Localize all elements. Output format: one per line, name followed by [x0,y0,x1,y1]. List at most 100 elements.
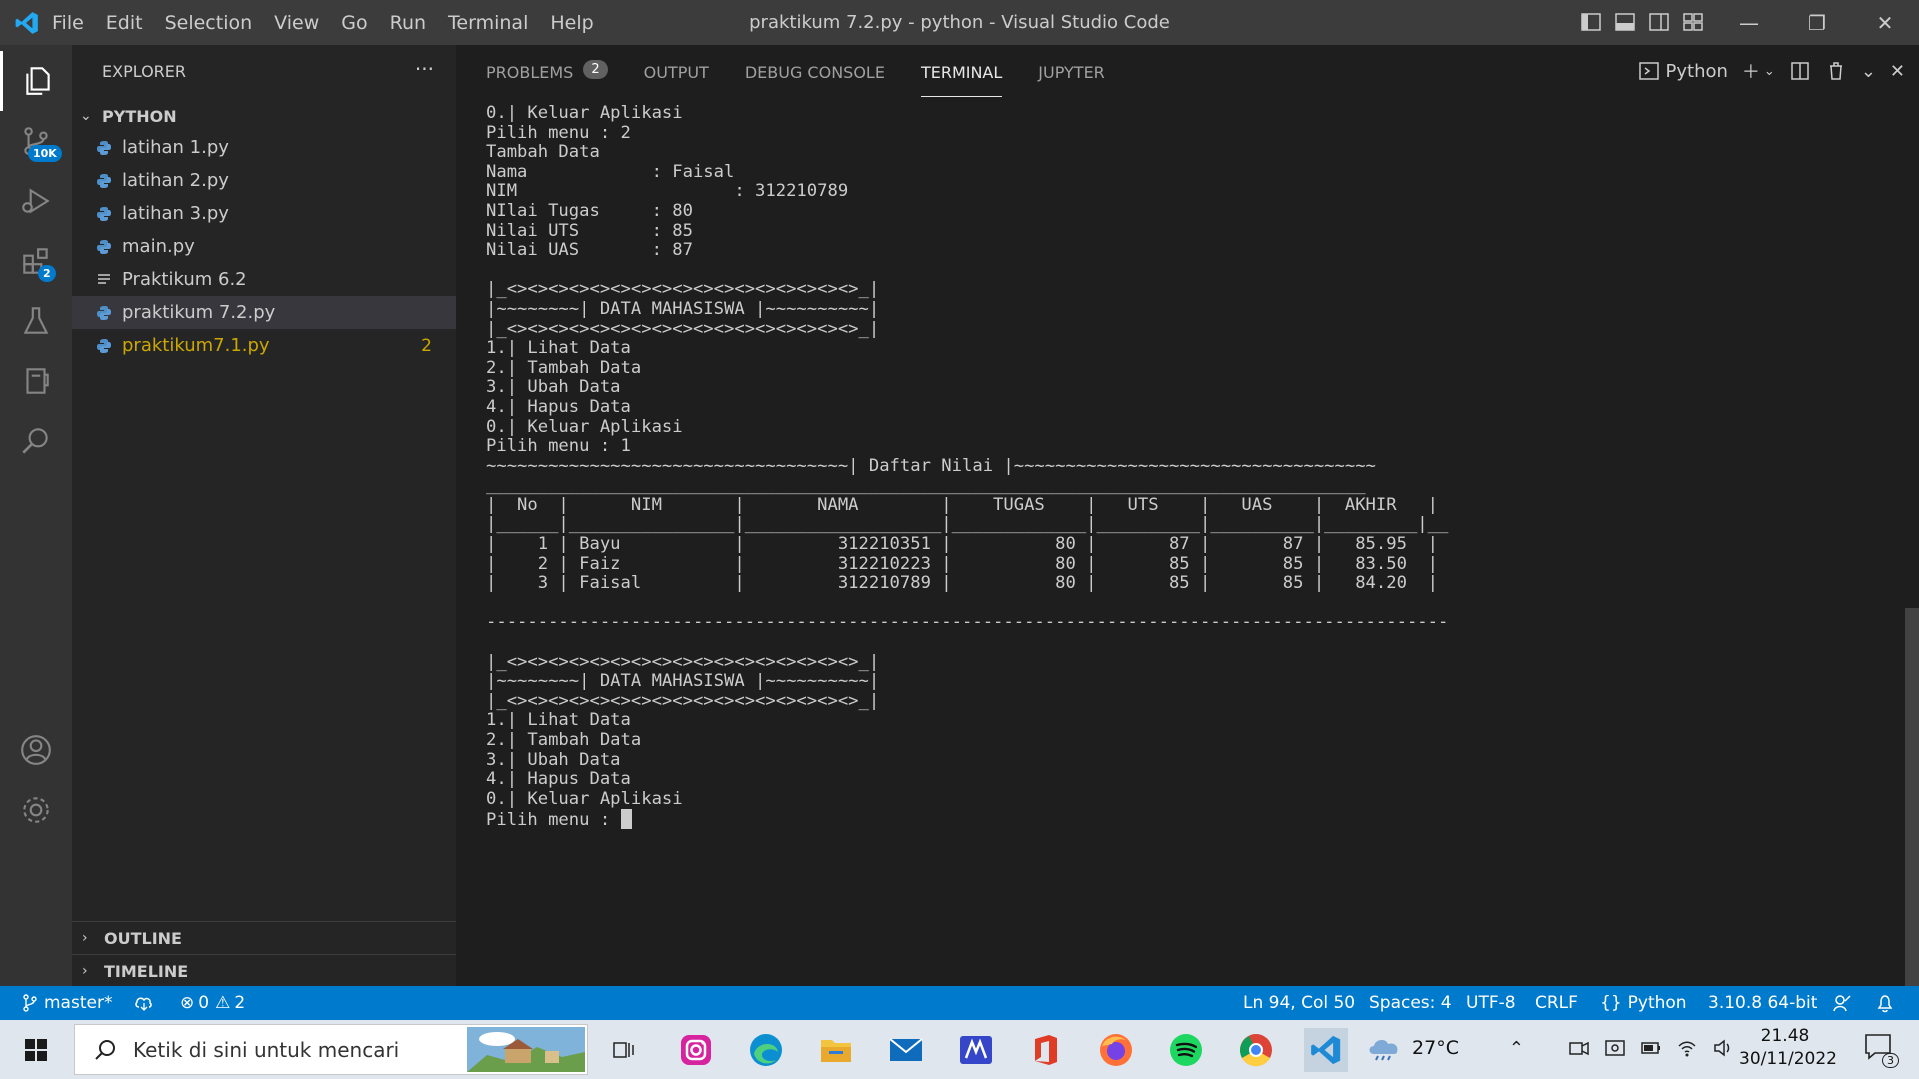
customize-layout-icon[interactable] [1682,11,1704,33]
windows-start-icon[interactable] [0,1020,72,1079]
split-terminal-button[interactable] [1789,60,1811,82]
extensions-icon[interactable]: 2 [0,231,72,291]
restore-icon[interactable]: ❐ [1783,0,1851,45]
remote-explorer-icon[interactable] [0,351,72,411]
more-actions-icon[interactable]: ··· [415,57,434,81]
feedback-icon[interactable] [1832,986,1852,1020]
new-terminal-button[interactable]: ＋ ⌄ [1742,58,1775,84]
terminal-scrollbar[interactable] [1905,608,1919,988]
kill-terminal-button[interactable] [1825,60,1847,82]
tab-jupyter[interactable]: JUPYTER [1038,45,1105,97]
menu-go[interactable]: Go [341,12,367,34]
python-file-icon [97,305,111,320]
edge-browser-icon[interactable] [744,1028,788,1072]
problem-count: 2 [421,335,432,356]
clock[interactable]: 21.48 30/11/2022 [1739,1026,1837,1069]
terminal-line: 1.| Lihat Data [486,338,631,359]
chevron-up-icon[interactable]: ⌃ [1509,1038,1524,1059]
notifications-bell-icon[interactable] [1876,986,1894,1020]
terminal-output[interactable]: 0.| Keluar Aplikasi Pilih menu : 2 Tamba… [486,103,1886,830]
terminal-line: NIlai Tugas : 80 [486,200,693,221]
mail-icon[interactable] [884,1028,928,1072]
split-icon [1791,62,1809,80]
toggle-secondary-sidebar-icon[interactable] [1648,11,1670,33]
instagram-icon[interactable] [674,1028,718,1072]
python-file-icon [97,206,111,221]
menu-view[interactable]: View [274,12,319,34]
sync-icon[interactable] [134,986,154,1020]
toggle-sidebar-icon[interactable] [1580,11,1602,33]
file-explorer-icon[interactable] [814,1028,858,1072]
file-item-selected[interactable]: praktikum 7.2.py [72,296,456,329]
taskbar-search-box[interactable]: Ketik di sini untuk mencari [74,1024,588,1075]
office-icon[interactable] [1024,1028,1068,1072]
indentation[interactable]: Spaces: 4 [1369,986,1452,1020]
file-item-warning[interactable]: praktikum7.1.py 2 [72,329,456,362]
firefox-icon[interactable] [1094,1028,1138,1072]
wifi-icon[interactable] [1676,1037,1698,1059]
tab-debug-console[interactable]: DEBUG CONSOLE [745,45,885,97]
meet-now-icon[interactable] [1568,1037,1590,1059]
python-interpreter[interactable]: 3.10.8 64-bit [1708,986,1817,1020]
chrome-icon[interactable] [1234,1028,1278,1072]
terminal-shell-selector[interactable]: Python [1638,60,1728,82]
menu-terminal[interactable]: Terminal [448,12,528,34]
git-branch-icon [23,994,37,1012]
run-debug-icon[interactable] [0,171,72,231]
outline-section[interactable]: › OUTLINE [72,921,456,954]
menu-run[interactable]: Run [390,12,426,34]
tab-problems[interactable]: PROBLEMS 2 [486,45,608,97]
explorer-icon[interactable] [0,51,72,111]
testing-icon[interactable] [0,291,72,351]
vscode-taskbar-icon[interactable] [1304,1028,1348,1072]
menu-edit[interactable]: Edit [106,12,143,34]
file-item[interactable]: Praktikum 6.2 [72,263,456,296]
terminal-line: Tambah Data [486,142,600,163]
file-item[interactable]: latihan 1.py [72,131,456,164]
maximize-panel-button[interactable]: ⌄ [1861,61,1876,82]
cursor-position[interactable]: Ln 94, Col 50 [1243,986,1355,1020]
shell-name: Python [1665,60,1728,82]
toggle-panel-icon[interactable] [1614,11,1636,33]
error-icon: ⊗ [180,993,195,1013]
chevron-down-icon: ⌄ [1860,60,1876,82]
tab-output[interactable]: OUTPUT [644,45,709,97]
close-icon: ✕ [1889,60,1905,82]
task-view-icon[interactable] [602,1028,646,1072]
encoding[interactable]: UTF-8 [1466,986,1516,1020]
branch-indicator[interactable]: master* [22,986,112,1020]
kinemaster-icon[interactable] [954,1028,998,1072]
terminal-line: 4.| Hapus Data [486,396,631,417]
language-mode[interactable]: {} Python [1600,986,1687,1020]
folder-python[interactable]: ⌄ PYTHON [72,101,456,131]
battery-icon[interactable] [1640,1037,1662,1059]
tab-label: TERMINAL [920,63,1003,82]
close-icon[interactable]: ✕ [1851,0,1919,45]
problems-indicator[interactable]: ⊗ 0 ⚠ 2 [180,986,245,1020]
menu-selection[interactable]: Selection [165,12,253,34]
search-placeholder: Ketik di sini untuk mencari [133,1038,400,1062]
vscode-logo-icon [15,12,38,34]
close-panel-button[interactable]: ✕ [1890,61,1905,82]
source-control-icon[interactable]: 10K [0,111,72,171]
settings-gear-icon[interactable] [0,780,72,840]
file-item[interactable]: latihan 3.py [72,197,456,230]
spotify-icon[interactable] [1164,1028,1208,1072]
timeline-section[interactable]: › TIMELINE [72,954,456,987]
action-center-icon[interactable]: 3 [1863,1032,1899,1068]
terminal-prompt-line[interactable]: Pilih menu : [486,809,1886,830]
minimize-icon[interactable]: — [1715,0,1783,45]
menu-file[interactable]: File [52,12,84,34]
weather-widget[interactable]: 27°C [1366,1034,1459,1062]
menu-help[interactable]: Help [550,12,593,34]
terminal-line: 0.| Keluar Aplikasi [486,103,683,123]
line-ending[interactable]: CRLF [1535,986,1578,1020]
text-file-icon [98,273,110,284]
accounts-icon[interactable] [0,720,72,780]
screen-capture-icon[interactable] [1604,1037,1626,1059]
search-icon[interactable] [0,411,72,471]
volume-icon[interactable] [1712,1037,1734,1059]
file-item[interactable]: main.py [72,230,456,263]
tab-terminal[interactable]: TERMINAL [920,45,1003,97]
file-item[interactable]: latihan 2.py [72,164,456,197]
